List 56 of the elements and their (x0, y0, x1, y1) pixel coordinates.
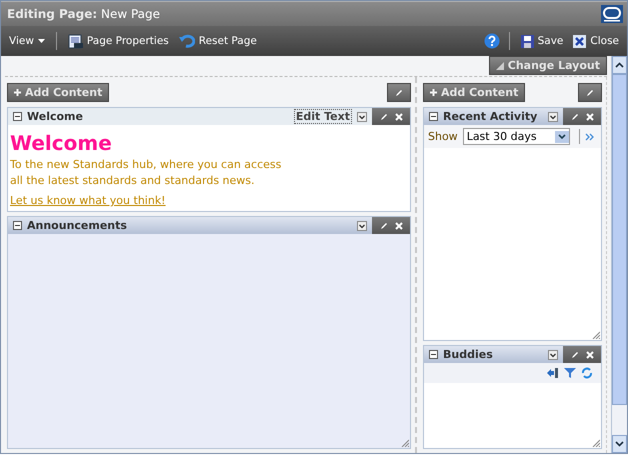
period-dropdown[interactable]: Last 30 days (462, 128, 570, 145)
collapse-icon[interactable] (429, 112, 438, 121)
collapse-icon[interactable] (13, 221, 22, 230)
pencil-icon (395, 88, 403, 96)
edit-icon[interactable] (570, 350, 578, 358)
help-icon[interactable] (484, 33, 500, 49)
portlet-title: Announcements (27, 219, 128, 232)
undo-arrow-icon (178, 34, 195, 48)
view-menu[interactable]: View (7, 35, 47, 47)
scroll-down-icon[interactable] (615, 441, 624, 447)
edit-text-button[interactable]: Edit Text (294, 109, 352, 124)
save-button[interactable]: Save (518, 34, 566, 48)
menu-icon[interactable] (548, 350, 558, 360)
welcome-text: To the new Standards hub, where you can access all the latest standards and standards news. (10, 157, 282, 189)
portlet-title: Welcome (27, 110, 84, 123)
logo-icon (601, 5, 623, 23)
close-button[interactable]: Close (571, 34, 621, 48)
close-icon[interactable] (394, 222, 402, 230)
edit-icon[interactable] (380, 112, 388, 120)
close-icon[interactable] (586, 350, 594, 358)
plus-icon (14, 89, 21, 96)
close-icon (573, 34, 586, 48)
pencil-icon (586, 88, 594, 96)
document-icon (68, 34, 83, 48)
collapse-icon[interactable] (13, 112, 22, 121)
resize-grip-icon[interactable] (401, 439, 409, 447)
change-layout-button[interactable]: Change Layout (488, 56, 607, 75)
menu-icon[interactable] (357, 112, 367, 122)
welcome-heading: Welcome (10, 130, 113, 157)
close-icon[interactable] (586, 112, 594, 120)
scrollbar[interactable] (611, 56, 627, 453)
add-content-button[interactable]: Add Content (7, 83, 110, 102)
close-icon[interactable] (394, 112, 402, 120)
window-title: Editing Page: New Page (7, 7, 162, 21)
collapse-icon[interactable] (429, 350, 438, 359)
resize-grip-icon[interactable] (592, 439, 600, 447)
plus-icon (430, 89, 437, 96)
edit-icon[interactable] (380, 222, 388, 230)
edit-button[interactable] (387, 83, 411, 102)
caret-icon (38, 39, 45, 43)
page-properties-button[interactable]: Page Properties (66, 34, 171, 48)
portlet-title: Recent Activity (443, 110, 538, 123)
show-label: Show (428, 130, 458, 143)
portlet-title: Buddies (443, 348, 494, 361)
reset-page-button[interactable]: Reset Page (176, 34, 259, 48)
add-content-button[interactable]: Add Content (423, 83, 526, 102)
edit-button[interactable] (578, 83, 602, 102)
more-icon[interactable] (584, 132, 594, 140)
edit-icon[interactable] (570, 112, 578, 120)
triangle-icon (496, 62, 504, 70)
filter-icon[interactable] (564, 367, 576, 379)
scroll-up-icon[interactable] (615, 62, 624, 68)
resize-grip-icon[interactable] (592, 331, 600, 339)
menu-icon[interactable] (548, 112, 558, 122)
menu-icon[interactable] (357, 220, 367, 230)
refresh-icon[interactable] (581, 367, 593, 379)
